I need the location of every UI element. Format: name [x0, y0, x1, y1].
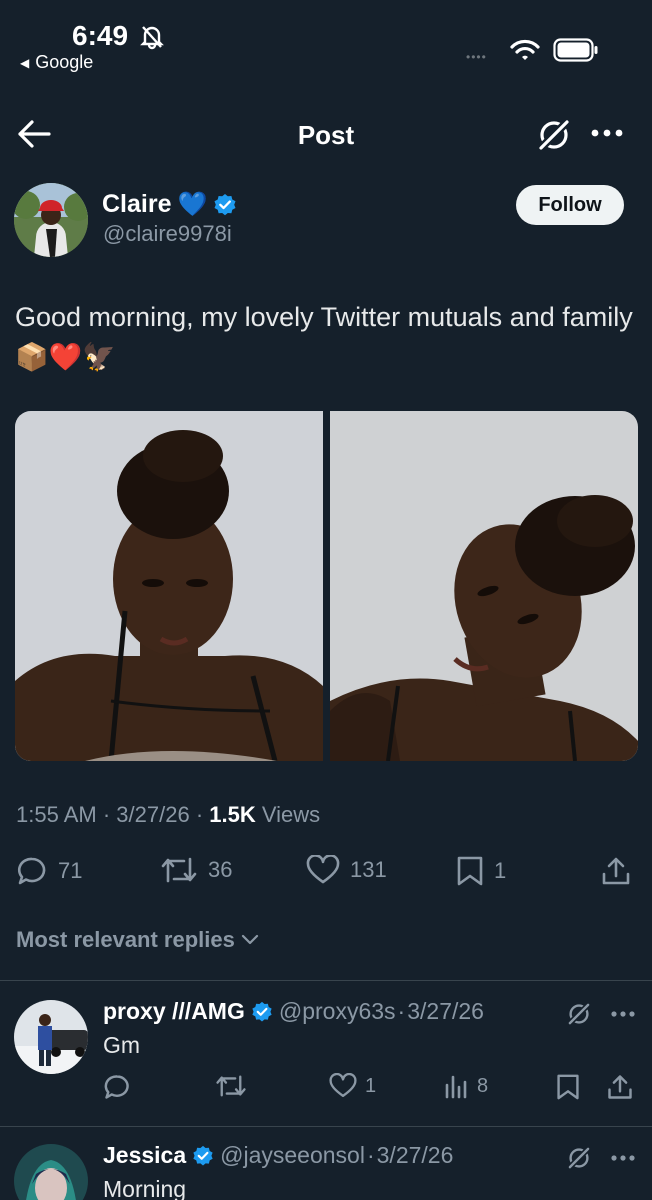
meta-dot: · — [366, 1142, 375, 1168]
reply-header: Jessica @jayseeonsol · 3/27/26 — [103, 1142, 453, 1169]
bookmark-button[interactable]: 1 — [456, 855, 506, 887]
reply-reply-button[interactable] — [103, 1073, 131, 1101]
repost-icon — [215, 1073, 247, 1099]
replies-sort-dropdown[interactable]: Most relevant replies — [16, 927, 259, 953]
reply-author-handle[interactable]: @jayseeonsol — [220, 1142, 365, 1169]
reply-icon — [16, 855, 48, 887]
follow-button[interactable]: Follow — [516, 185, 624, 225]
reply-avatar[interactable] — [14, 1144, 88, 1200]
grok-icon[interactable] — [565, 1000, 593, 1028]
tweet-time: 1:55 AM — [16, 802, 97, 827]
views-count: 1.5K — [209, 802, 256, 827]
meta-dot: · — [102, 802, 111, 827]
bell-muted-icon — [140, 24, 164, 50]
author-name-row: Claire 💙 — [102, 190, 237, 219]
reply-like-button[interactable]: 1 — [329, 1073, 376, 1099]
verified-badge-icon — [251, 1001, 273, 1023]
divider — [0, 980, 652, 981]
reply-icon — [103, 1073, 131, 1101]
more-options-icon[interactable] — [610, 1153, 636, 1163]
like-count: 131 — [350, 857, 387, 882]
tweet-photo-1[interactable] — [15, 411, 323, 761]
reply-views-count: 8 — [477, 1074, 489, 1097]
reply-author-name[interactable]: Jessica — [103, 1142, 186, 1169]
tweet-meta: 1:55 AM · 3/27/26 · 1.5K Views — [16, 802, 320, 828]
share-button[interactable] — [600, 855, 632, 887]
share-icon — [606, 1073, 634, 1101]
grok-icon[interactable] — [565, 1144, 593, 1172]
more-options-icon[interactable] — [590, 126, 624, 140]
back-to-app-link[interactable]: ◀ Google — [20, 52, 93, 73]
meta-dot: · — [195, 802, 204, 827]
reply-author-name[interactable]: proxy ///AMG — [103, 998, 245, 1025]
heart-icon — [306, 855, 340, 885]
reply-date: 3/27/26 — [376, 1142, 454, 1168]
reply-author-handle[interactable]: @proxy63s — [279, 998, 396, 1025]
reply-text: Gm — [103, 1032, 141, 1058]
grok-icon[interactable] — [534, 115, 574, 155]
verified-badge-icon — [213, 193, 237, 217]
verified-badge-icon — [192, 1145, 214, 1167]
repost-button[interactable]: 36 — [160, 855, 232, 885]
cellular-signal-icon: •••• — [466, 50, 487, 64]
bookmark-icon — [456, 855, 484, 887]
status-time: 6:49 — [72, 20, 129, 51]
share-icon — [600, 855, 632, 887]
like-button[interactable]: 131 — [306, 855, 387, 885]
divider — [0, 1126, 652, 1127]
reply-date: 3/27/26 — [407, 998, 484, 1024]
reply-text: Morning — [103, 1176, 187, 1200]
reply-like-count: 1 — [365, 1074, 377, 1097]
bookmark-count: 1 — [494, 858, 507, 883]
author-emoji: 💙 — [177, 191, 208, 218]
wifi-icon — [510, 38, 540, 62]
reply-repost-button[interactable] — [215, 1073, 247, 1099]
reply-button[interactable]: 71 — [16, 855, 82, 887]
repost-count: 36 — [208, 857, 233, 882]
reply-views-button[interactable]: 8 — [443, 1073, 488, 1099]
repost-icon — [160, 855, 198, 885]
battery-icon — [553, 38, 599, 62]
reply-share-button[interactable] — [606, 1073, 634, 1101]
reply-count: 71 — [58, 858, 83, 883]
chevron-down-icon — [241, 934, 259, 946]
bookmark-icon — [556, 1073, 580, 1101]
views-label: Views — [261, 802, 321, 827]
heart-icon — [329, 1073, 357, 1099]
back-app-label: Google — [35, 52, 94, 72]
author-handle[interactable]: @claire9978i — [103, 221, 232, 247]
tweet-text: Good morning, my lovely Twitter mutuals … — [15, 302, 633, 372]
replies-sort-label: Most relevant replies — [16, 927, 235, 952]
author-name[interactable]: Claire — [102, 190, 171, 219]
reply-header: proxy ///AMG @proxy63s · 3/27/26 — [103, 998, 484, 1025]
more-options-icon[interactable] — [610, 1009, 636, 1019]
tweet-date: 3/27/26 — [116, 802, 190, 827]
tweet-photo-2[interactable] — [330, 411, 638, 761]
views-chart-icon — [443, 1073, 469, 1099]
triangle-left-icon: ◀ — [20, 55, 30, 70]
reply-bookmark-button[interactable] — [556, 1073, 580, 1101]
meta-dot: · — [397, 998, 406, 1024]
author-avatar[interactable] — [14, 183, 88, 257]
reply-avatar[interactable] — [14, 1000, 88, 1074]
